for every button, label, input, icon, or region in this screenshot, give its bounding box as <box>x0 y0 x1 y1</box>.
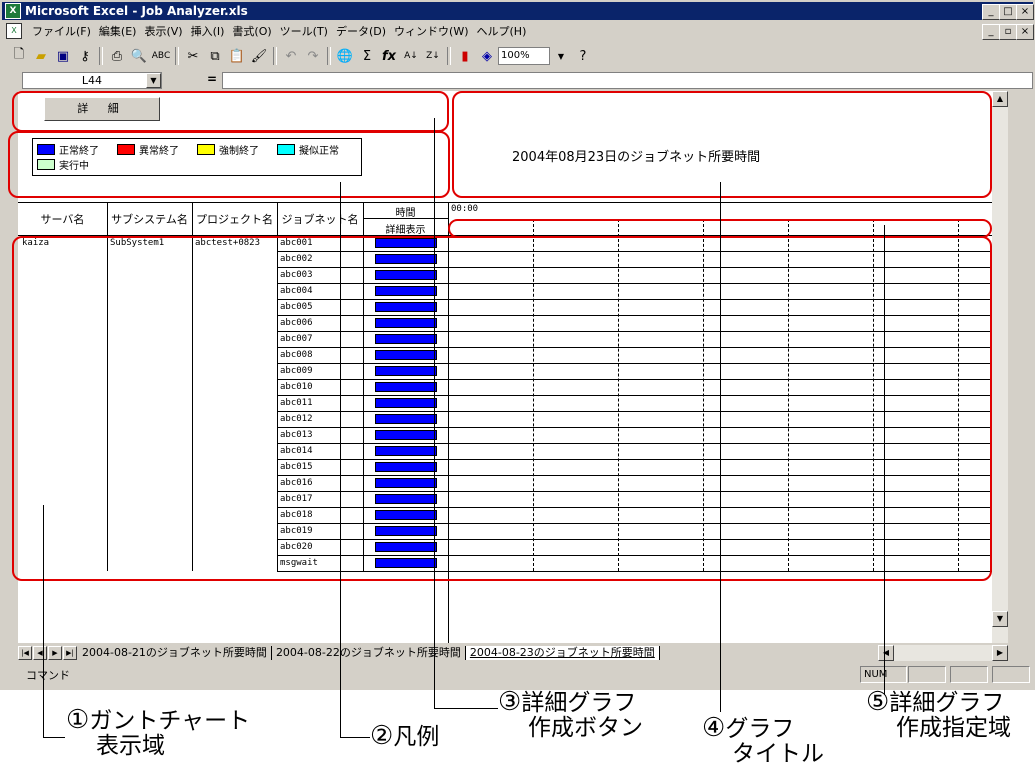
doc-restore-button[interactable]: ▫ <box>999 24 1017 40</box>
worksheet-icon[interactable]: X <box>6 23 22 39</box>
print-icon[interactable]: ⎙ <box>107 46 127 66</box>
sheet-tab[interactable]: 2004-08-21のジョブネット所要時間 <box>78 646 272 660</box>
format-painter-icon[interactable]: 🖌 <box>249 46 269 66</box>
leader-line <box>434 708 498 709</box>
doc-close-button[interactable]: × <box>1016 24 1034 40</box>
sort-descending-icon[interactable]: Z↓ <box>423 46 443 66</box>
annotation-gantt-area: ①ガントチャート 表示域 <box>66 705 251 759</box>
menu-data[interactable]: データ(D) <box>332 23 390 39</box>
leader-line <box>884 225 885 695</box>
menu-edit[interactable]: 編集(E) <box>95 23 141 39</box>
header-project: プロジェクト名 <box>196 213 273 226</box>
annotation-graph-title: ④グラフ タイトル <box>702 713 824 767</box>
menu-bar: X ファイル(F) 編集(E) 表示(V) 挿入(I) 書式(O) ツール(T)… <box>2 21 1033 41</box>
header-top-border <box>18 202 992 203</box>
save-icon[interactable]: ▣ <box>53 46 73 66</box>
status-bar: コマンド NUM <box>2 665 1033 683</box>
open-icon[interactable]: ▰ <box>31 46 51 66</box>
vertical-scrollbar[interactable]: ▲ ▼ <box>992 91 1008 643</box>
standard-toolbar: 🗋 ▰ ▣ ⚷ ⎙ 🔍 ABC ✂ ⧉ 📋 🖌 ↶ ↷ 🌐 Σ fx A↓ Z↓… <box>2 43 1033 69</box>
callout-box-legend <box>8 131 450 198</box>
leader-line <box>340 182 341 738</box>
redo-icon[interactable]: ↷ <box>303 46 323 66</box>
header-detail-display: 詳細表示 <box>385 225 426 236</box>
menu-file[interactable]: ファイル(F) <box>28 23 95 39</box>
excel-icon: X <box>5 3 21 19</box>
function-icon[interactable]: fx <box>379 46 399 66</box>
formula-input[interactable] <box>222 72 1033 89</box>
first-sheet-button[interactable]: |◀ <box>18 646 32 660</box>
cut-icon[interactable]: ✂ <box>183 46 203 66</box>
status-cell <box>908 666 946 683</box>
header-subsystem: サブシステム名 <box>111 213 188 226</box>
next-sheet-button[interactable]: ▶ <box>48 646 62 660</box>
name-box-dropdown[interactable]: ▼ <box>146 73 161 88</box>
formula-bar: L44 ▼ = <box>2 71 1033 90</box>
status-cell <box>992 666 1030 683</box>
copy-icon[interactable]: ⧉ <box>205 46 225 66</box>
menu-tools[interactable]: ツール(T) <box>276 23 332 39</box>
name-box[interactable]: L44 <box>22 72 162 89</box>
horizontal-scrollbar[interactable]: ◀ ▶ <box>878 645 1008 661</box>
callout-box-gantt-area <box>12 236 992 581</box>
status-cell <box>950 666 988 683</box>
chevron-down-icon[interactable]: ▼ <box>551 46 571 66</box>
zoom-select[interactable]: 100% <box>498 47 550 65</box>
header-jobnet: ジョブネット名 <box>281 213 359 226</box>
chart-wizard-icon[interactable]: ▮ <box>455 46 475 66</box>
annotation-detail-range: ⑤詳細グラフ 作成指定域 <box>866 687 1011 741</box>
leader-line <box>340 737 370 738</box>
callout-box-detail-button <box>12 91 449 132</box>
annotation-detail-button: ③詳細グラフ 作成ボタン <box>498 687 643 741</box>
annotation-legend: ②凡例 <box>370 721 440 751</box>
timeline-start-label: 00:00 <box>451 204 479 214</box>
menu-help[interactable]: ヘルプ(H) <box>473 23 531 39</box>
sheet-tab[interactable]: 2004-08-22のジョブネット所要時間 <box>272 646 466 660</box>
sheet-tab-active[interactable]: 2004-08-23のジョブネット所要時間 <box>465 646 660 660</box>
minimize-button[interactable]: _ <box>982 4 1000 20</box>
leader-line <box>434 118 435 708</box>
status-text: コマンド <box>26 669 70 682</box>
new-icon[interactable]: 🗋 <box>9 46 29 66</box>
formula-equals[interactable]: = <box>207 72 217 86</box>
leader-line <box>720 182 721 712</box>
scroll-right-button[interactable]: ▶ <box>992 645 1008 661</box>
hyperlink-icon[interactable]: 🌐 <box>335 46 355 66</box>
spelling-icon[interactable]: ABC <box>151 46 171 66</box>
sort-ascending-icon[interactable]: A↓ <box>401 46 421 66</box>
callout-box-graph-title <box>452 91 992 198</box>
help-icon[interactable]: ? <box>573 46 593 66</box>
scroll-up-button[interactable]: ▲ <box>992 91 1008 107</box>
leader-line <box>43 505 44 737</box>
menu-insert[interactable]: 挿入(I) <box>187 23 229 39</box>
menu-window[interactable]: ウィンドウ(W) <box>390 23 472 39</box>
close-button[interactable]: × <box>1016 4 1034 20</box>
doc-minimize-button[interactable]: _ <box>982 24 1000 40</box>
title-bar: X Microsoft Excel - Job Analyzer.xls <box>2 2 1033 20</box>
window-title: Microsoft Excel - Job Analyzer.xls <box>25 4 248 18</box>
drawing-icon[interactable]: ◈ <box>477 46 497 66</box>
maximize-button[interactable]: □ <box>999 4 1017 20</box>
prev-sheet-button[interactable]: ◀ <box>33 646 47 660</box>
last-sheet-button[interactable]: ▶| <box>63 646 77 660</box>
undo-icon[interactable]: ↶ <box>281 46 301 66</box>
menu-view[interactable]: 表示(V) <box>140 23 186 39</box>
sheet-tabs: |◀ ◀ ▶ ▶| 2004-08-21のジョブネット所要時間 2004-08-… <box>18 645 878 661</box>
permission-icon[interactable]: ⚷ <box>75 46 95 66</box>
scroll-left-button[interactable]: ◀ <box>878 645 894 661</box>
autosum-icon[interactable]: Σ <box>357 46 377 66</box>
scroll-down-button[interactable]: ▼ <box>992 611 1008 627</box>
menu-format[interactable]: 書式(O) <box>228 23 275 39</box>
header-server: サーバ名 <box>40 213 85 226</box>
paste-icon[interactable]: 📋 <box>227 46 247 66</box>
header-time: 時間 <box>395 208 416 219</box>
print-preview-icon[interactable]: 🔍 <box>129 46 149 66</box>
leader-line <box>43 737 65 738</box>
